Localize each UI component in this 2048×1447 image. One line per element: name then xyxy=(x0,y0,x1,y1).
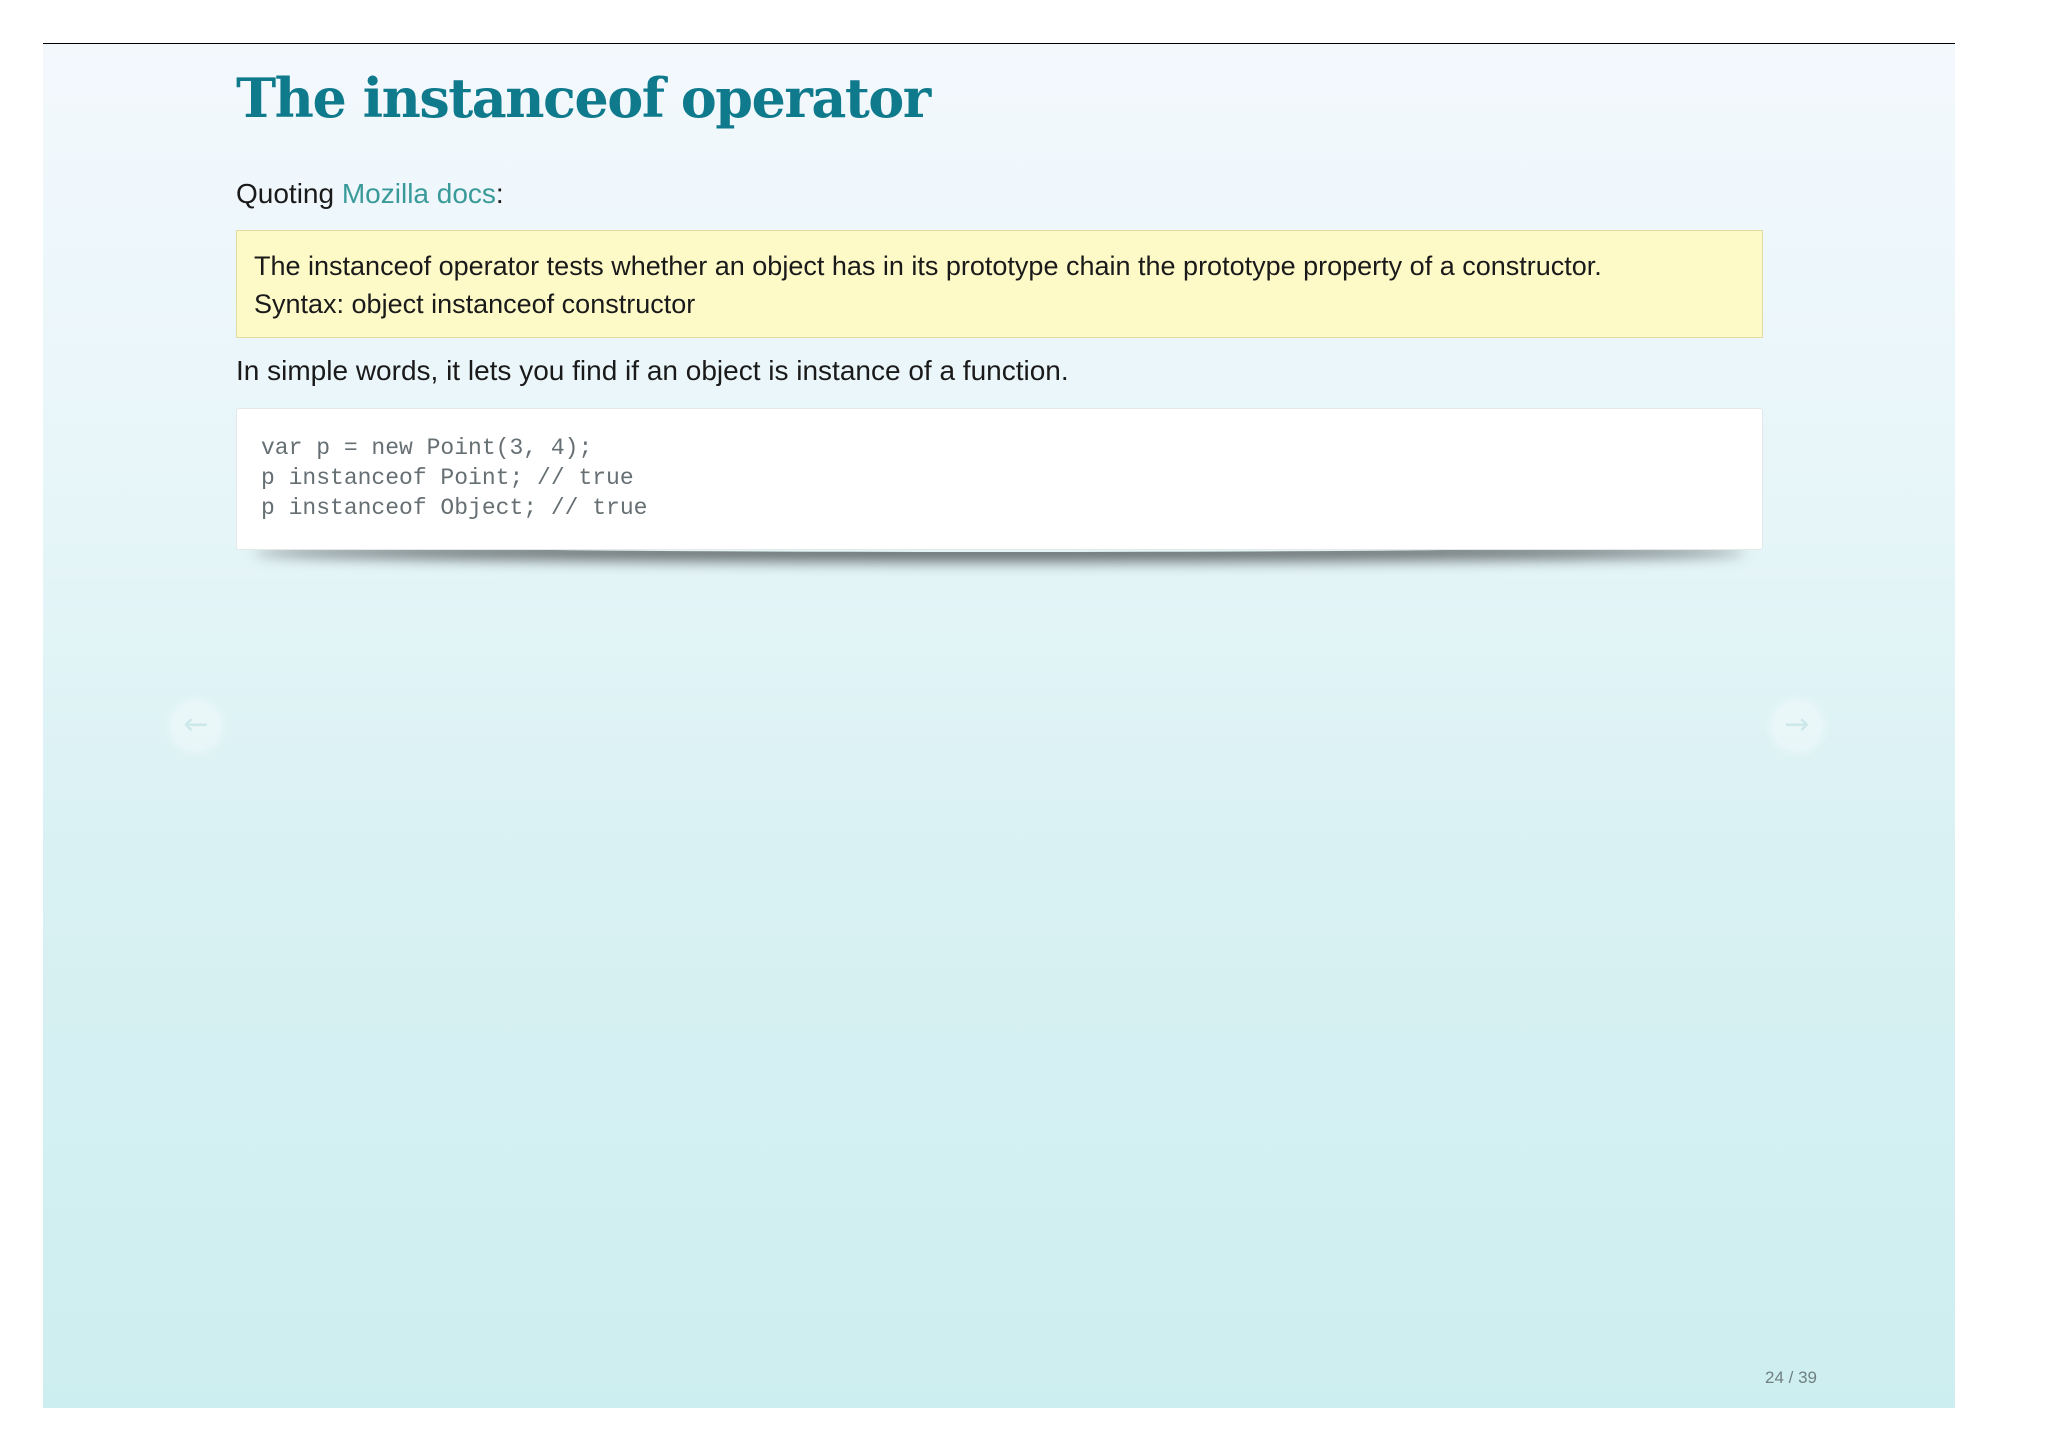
arrow-right-icon: → xyxy=(1784,707,1810,742)
code-line: p instanceof Object; // true xyxy=(261,495,648,521)
prev-slide-button[interactable]: ← xyxy=(172,702,220,750)
quote-box: The instanceof operator tests whether an… xyxy=(236,230,1763,338)
intro-text: Quoting Mozilla docs: xyxy=(236,178,504,210)
code-line: var p = new Point(3, 4); xyxy=(261,435,593,461)
arrow-left-icon: ← xyxy=(183,707,209,742)
code-line: p instanceof Point; // true xyxy=(261,465,634,491)
next-slide-button[interactable]: → xyxy=(1773,702,1821,750)
simple-explanation: In simple words, it lets you find if an … xyxy=(236,355,1069,386)
intro-suffix: : xyxy=(495,178,504,209)
slide-counter: 24 / 39 xyxy=(1765,1368,1817,1387)
slide-title: The instanceof operator xyxy=(236,66,931,130)
quote-line: The instanceof operator tests whether an… xyxy=(254,251,1602,281)
mozilla-docs-link[interactable]: Mozilla docs xyxy=(342,178,496,209)
slide: The instanceof operator Quoting Mozilla … xyxy=(43,44,1955,1408)
code-block: var p = new Point(3, 4); p instanceof Po… xyxy=(236,408,1763,550)
quote-line: Syntax: object instanceof constructor xyxy=(254,289,696,319)
intro-prefix: Quoting xyxy=(236,178,342,209)
code-box: var p = new Point(3, 4); p instanceof Po… xyxy=(236,408,1763,550)
page: The instanceof operator Quoting Mozilla … xyxy=(0,0,2048,1447)
